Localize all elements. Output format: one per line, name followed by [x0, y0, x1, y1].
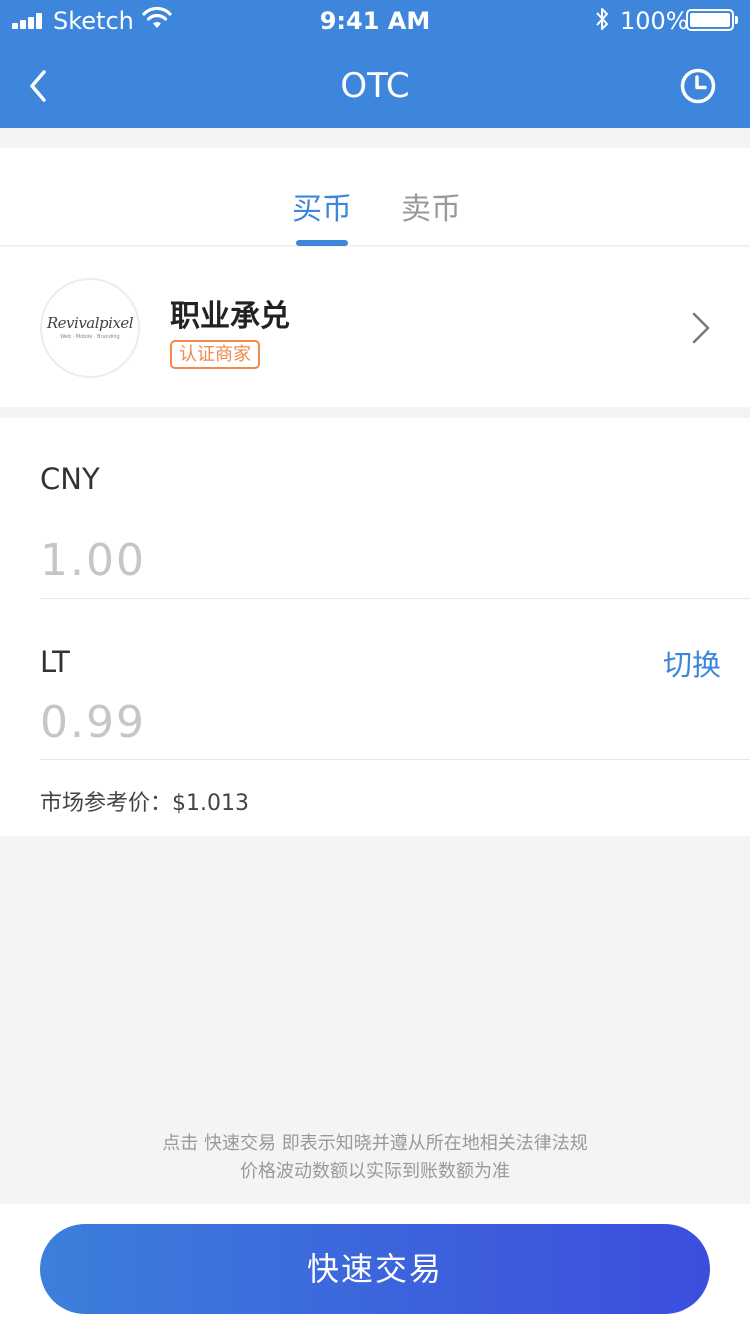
header: Sketch 9:41 AM 100% OTC: [0, 0, 750, 128]
battery-percent: 100%: [620, 7, 689, 35]
divider: [40, 759, 750, 760]
logo-text: Revivalpixel: [46, 314, 134, 332]
lt-label: LT: [40, 645, 70, 679]
merchant-logo: Revivalpixel Web · Mobile · Branding: [40, 278, 140, 378]
tab-sell[interactable]: 卖币: [401, 184, 461, 228]
trade-tabs: 买币 卖币: [0, 148, 750, 246]
chevron-right-icon: [692, 312, 710, 344]
bluetooth-icon: [596, 8, 608, 30]
bottom-bar: 快速交易: [0, 1204, 750, 1334]
switch-button[interactable]: 切换: [663, 642, 721, 684]
clock-icon[interactable]: [680, 68, 716, 104]
disclaimer-line: 价格波动数额以实际到账数额为准: [240, 1161, 510, 1182]
cny-amount-input[interactable]: [40, 532, 730, 588]
merchant-name: 职业承兑: [170, 299, 290, 334]
active-tab-indicator: [296, 240, 348, 246]
logo-subtext: Web · Mobile · Branding: [60, 334, 120, 340]
page-title: OTC: [340, 66, 410, 106]
merchant-card[interactable]: Revivalpixel Web · Mobile · Branding 职业承…: [0, 247, 750, 407]
reference-price: 市场参考价：$1.013: [40, 791, 249, 816]
status-bar: Sketch 9:41 AM 100%: [0, 0, 750, 40]
certified-badge: 认证商家: [170, 340, 260, 369]
quick-trade-button[interactable]: 快速交易: [40, 1224, 710, 1314]
disclaimer-line: 点击 快速交易 即表示知晓并遵从所在地相关法律法规: [162, 1133, 588, 1154]
lt-amount-input[interactable]: [40, 694, 730, 750]
divider: [40, 598, 750, 599]
battery-icon: [686, 9, 738, 31]
tab-buy[interactable]: 买币: [292, 184, 352, 228]
disclaimer: 点击 快速交易 即表示知晓并遵从所在地相关法律法规 价格波动数额以实际到账数额为…: [0, 1130, 750, 1186]
cny-label: CNY: [40, 462, 100, 496]
exchange-form: CNY LT 切换 市场参考价：$1.013: [0, 418, 750, 836]
